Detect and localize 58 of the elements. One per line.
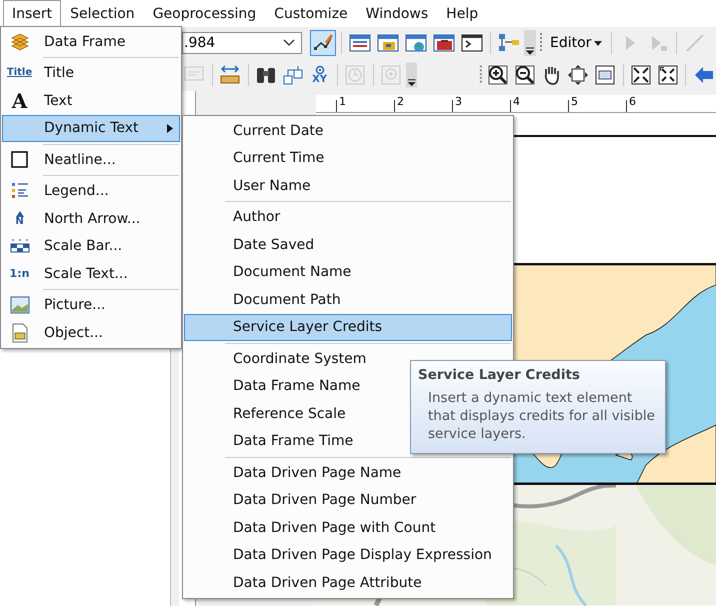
ruler-label: 3 (455, 96, 463, 108)
toolbar-overflow-icon[interactable] (406, 62, 417, 88)
menu-item[interactable]: Author (184, 204, 512, 231)
ruler-label: 5 (571, 96, 579, 108)
text-icon: A (12, 90, 28, 111)
menu-bar-item[interactable]: Customize (265, 0, 357, 27)
menu-item[interactable]: Current Time (184, 144, 512, 172)
one-to-one-icon[interactable] (594, 64, 616, 86)
scale-dropdown[interactable]: .984 (182, 32, 302, 54)
globe-window-icon[interactable] (405, 32, 427, 54)
terminal-window-icon[interactable] (461, 32, 483, 54)
menu-item[interactable]: 1:n Scale Text... (2, 260, 180, 288)
caret-icon (594, 40, 602, 46)
table-window-icon[interactable] (349, 32, 371, 54)
ruler-label: 4 (513, 96, 521, 108)
menu-item[interactable]: Dynamic Text (2, 114, 180, 142)
full-extent-icon[interactable] (567, 64, 590, 86)
menu-item[interactable]: Data Driven Page Attribute (184, 569, 512, 596)
chevron-down-icon[interactable] (283, 39, 295, 47)
menu-item[interactable]: Date Saved (184, 231, 512, 258)
object-icon (10, 322, 30, 343)
menu-bar-item[interactable]: Selection (61, 0, 144, 27)
menu-item[interactable]: Data Frame (2, 28, 180, 56)
zoom-in-icon[interactable] (487, 64, 510, 86)
model-diagram-icon[interactable] (498, 32, 520, 54)
menu-item[interactable]: A Text (2, 87, 180, 114)
menu-bar-item[interactable]: Windows (356, 0, 438, 27)
catalog-window-icon[interactable] (377, 32, 399, 54)
title-icon: Title (6, 68, 32, 78)
menu-item[interactable]: Data Driven Page Display Expression (184, 542, 512, 569)
zoom-in-fixed-icon[interactable] (630, 64, 652, 86)
menu-item[interactable]: Data Driven Page with Count (184, 514, 512, 542)
ruler-label: 6 (629, 96, 637, 108)
menu-item[interactable]: N North Arrow... (2, 205, 180, 232)
toolbar-overflow-icon[interactable] (524, 30, 536, 56)
menu-bar-item[interactable]: Geoprocessing (144, 0, 266, 27)
zoom-out-fixed-icon[interactable] (656, 64, 679, 86)
menu-item[interactable]: Title Title (2, 60, 180, 87)
menu-bar-item[interactable]: Help (437, 0, 488, 27)
menu-item[interactable]: User Name (184, 172, 512, 200)
menu-item[interactable]: Neatline... (2, 146, 180, 174)
layers-icon (10, 32, 30, 52)
menu-item[interactable]: Object... (2, 319, 180, 346)
menu-item[interactable]: Current Date (184, 117, 512, 144)
square-icon (10, 150, 30, 170)
menu-item[interactable]: Legend... (2, 178, 180, 205)
ruler-icon[interactable] (219, 64, 242, 86)
menu-item[interactable]: Data Driven Page Number (184, 486, 512, 514)
toolbox-window-icon[interactable] (433, 32, 455, 54)
ruler-label: 2 (397, 96, 405, 108)
scale-text-icon: 1:n (10, 268, 30, 280)
ruler-label: 1 (339, 96, 347, 108)
zoom-out-icon[interactable] (514, 64, 536, 86)
menu-item[interactable]: Picture... (2, 292, 180, 319)
picture-icon (10, 295, 30, 316)
editor-menu-button[interactable]: Editor (546, 31, 606, 55)
menu-item[interactable]: Scale Bar... (2, 232, 180, 260)
menu-bar-item[interactable]: Insert (3, 0, 62, 27)
